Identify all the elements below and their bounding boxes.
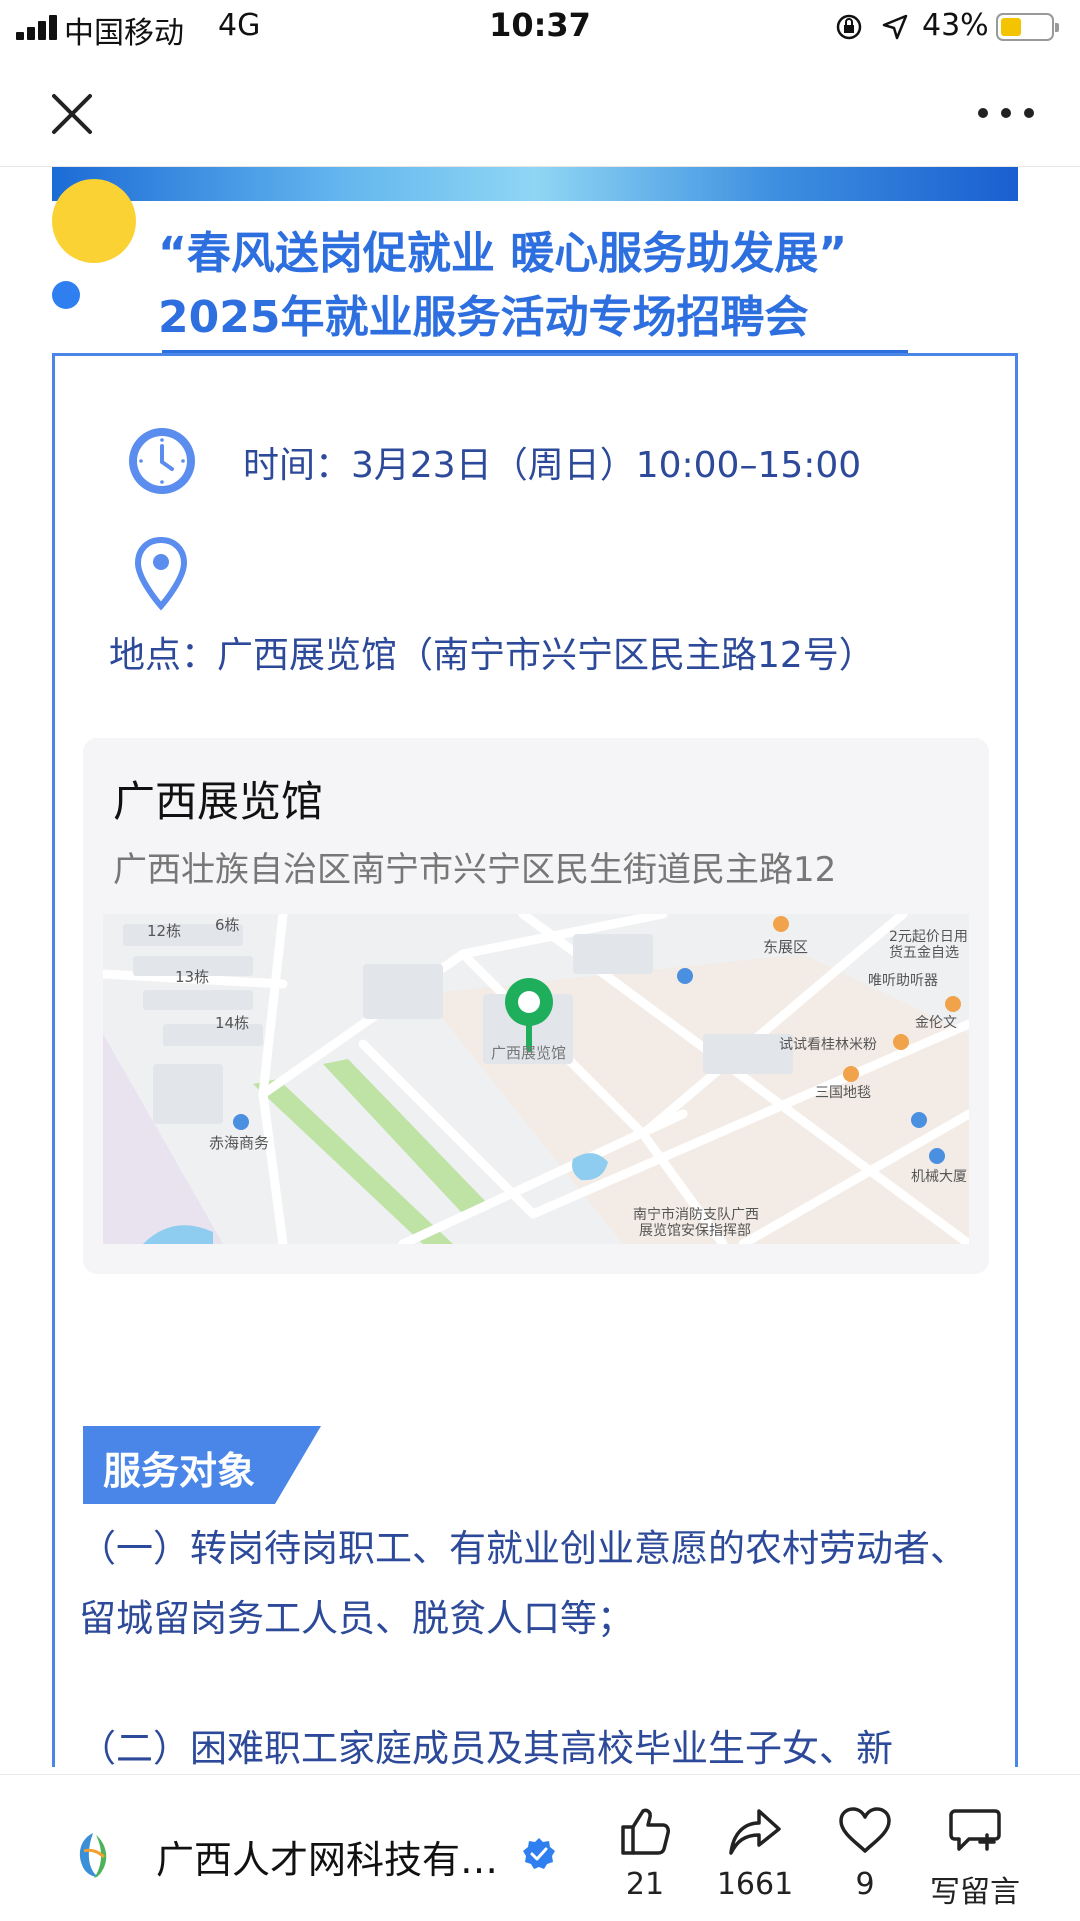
article-title: “春风送岗促就业 暖心服务助发展” 2025年就业服务活动专场招聘会 bbox=[158, 222, 1018, 350]
like-button[interactable]: 21 bbox=[590, 1805, 700, 1902]
thumbs-up-icon bbox=[621, 1808, 670, 1855]
favorite-button[interactable]: 9 bbox=[810, 1805, 920, 1902]
section-label: 服务对象 bbox=[83, 1426, 321, 1504]
paragraph-2: （二）困难职工家庭成员及其高校毕业生子女、新 bbox=[79, 1727, 893, 1767]
map-label: 唯听助听器 bbox=[868, 973, 938, 989]
map-label: 13栋 bbox=[175, 968, 210, 986]
share-count: 1661 bbox=[716, 1867, 794, 1902]
clock-icon bbox=[129, 428, 195, 494]
map-label: 试试看桂林米粉 bbox=[779, 1037, 877, 1053]
battery-percent: 43% bbox=[922, 8, 989, 43]
share-button[interactable]: 1661 bbox=[700, 1805, 810, 1902]
map-label: 赤海商务 bbox=[209, 1134, 270, 1152]
event-time: 时间：3月23日（周日）10:00–15:00 bbox=[243, 445, 862, 486]
comment-label: 写留言 bbox=[930, 1875, 1020, 1910]
bus-stop-icon bbox=[911, 1112, 927, 1128]
poi-icon bbox=[233, 1114, 249, 1130]
share-arrow-icon bbox=[729, 1809, 781, 1855]
account-name[interactable]: 广西人才网科技有… bbox=[156, 1829, 498, 1884]
heart-count: 9 bbox=[855, 1867, 875, 1902]
poi-icon bbox=[893, 1034, 909, 1050]
map-label: 机械大厦 bbox=[911, 1169, 967, 1185]
comment-add-icon bbox=[949, 1809, 1001, 1851]
info-card: 时间：3月23日（周日）10:00–15:00 地点：广西展览馆（南宁市兴宁区民… bbox=[52, 353, 1018, 1767]
map-label: 金伦文 bbox=[915, 1015, 957, 1031]
battery-icon bbox=[996, 13, 1059, 41]
poi-icon bbox=[773, 916, 789, 932]
bottom-bar: 广西人才网科技有… 21 1661 9 写留言 bbox=[0, 1774, 1080, 1921]
nav-bar bbox=[0, 56, 1080, 167]
rotation-lock-icon bbox=[836, 14, 862, 40]
parking-icon bbox=[677, 968, 693, 984]
map-label: 三国地毯 bbox=[815, 1085, 871, 1101]
section-label-text: 服务对象 bbox=[103, 1449, 256, 1493]
map-label: 展览馆安保指挥部 bbox=[639, 1223, 751, 1239]
paragraph-1: （一）转岗待岗职工、有就业创业意愿的农村劳动者、留城留岗务工人员、脱贫人口等； bbox=[79, 1527, 967, 1640]
like-count: 21 bbox=[625, 1867, 665, 1902]
poi-icon bbox=[843, 1066, 859, 1082]
map-label: 14栋 bbox=[215, 1014, 250, 1032]
account-logo-icon[interactable] bbox=[70, 1829, 116, 1881]
location-arrow-icon bbox=[882, 14, 908, 40]
map-roads bbox=[103, 914, 969, 1244]
map-label: 12栋 bbox=[147, 922, 182, 940]
verified-badge-icon bbox=[523, 1838, 555, 1869]
status-time: 10:37 bbox=[489, 6, 591, 44]
map-card[interactable]: 广西展览馆 广西壮族自治区南宁市兴宁区民生街道民主路12 12栋 6栋 13栋 … bbox=[83, 738, 989, 1274]
poi-icon bbox=[929, 1148, 945, 1164]
event-place: 地点：广西展览馆（南宁市兴宁区民主路12号） bbox=[109, 635, 875, 676]
location-pin-icon bbox=[134, 536, 188, 611]
map-address: 广西壮族自治区南宁市兴宁区民生街道民主路12 bbox=[113, 850, 837, 890]
decor-circle-yellow bbox=[52, 179, 136, 263]
map-place-name: 广西展览馆 bbox=[113, 777, 324, 826]
map-label-center: 广西展览馆 bbox=[491, 1044, 567, 1062]
map-label: 货五金自选 bbox=[889, 945, 959, 961]
decor-circle-blue bbox=[52, 281, 80, 309]
close-icon[interactable] bbox=[44, 86, 100, 142]
banner-strip bbox=[52, 167, 1018, 201]
heart-icon bbox=[839, 1807, 891, 1853]
status-bar: 中国移动 4G 10:37 43% bbox=[0, 0, 1080, 56]
article-content[interactable]: “春风送岗促就业 暖心服务助发展” 2025年就业服务活动专场招聘会 时间：3月… bbox=[0, 167, 1080, 1767]
poi-icon bbox=[945, 996, 961, 1012]
map-label: 6栋 bbox=[215, 916, 240, 934]
title-line-1: “春风送岗促就业 暖心服务助发展” bbox=[158, 228, 848, 279]
comment-button[interactable]: 写留言 bbox=[920, 1805, 1030, 1911]
title-line-2: 2025年就业服务活动专场招聘会 bbox=[158, 292, 809, 343]
map-label: 东展区 bbox=[763, 938, 809, 956]
map-view[interactable]: 12栋 6栋 13栋 14栋 广西展览馆 东展区 2元起价日用 货五金自选 唯听… bbox=[103, 914, 969, 1244]
more-dots-icon[interactable] bbox=[976, 98, 1036, 128]
